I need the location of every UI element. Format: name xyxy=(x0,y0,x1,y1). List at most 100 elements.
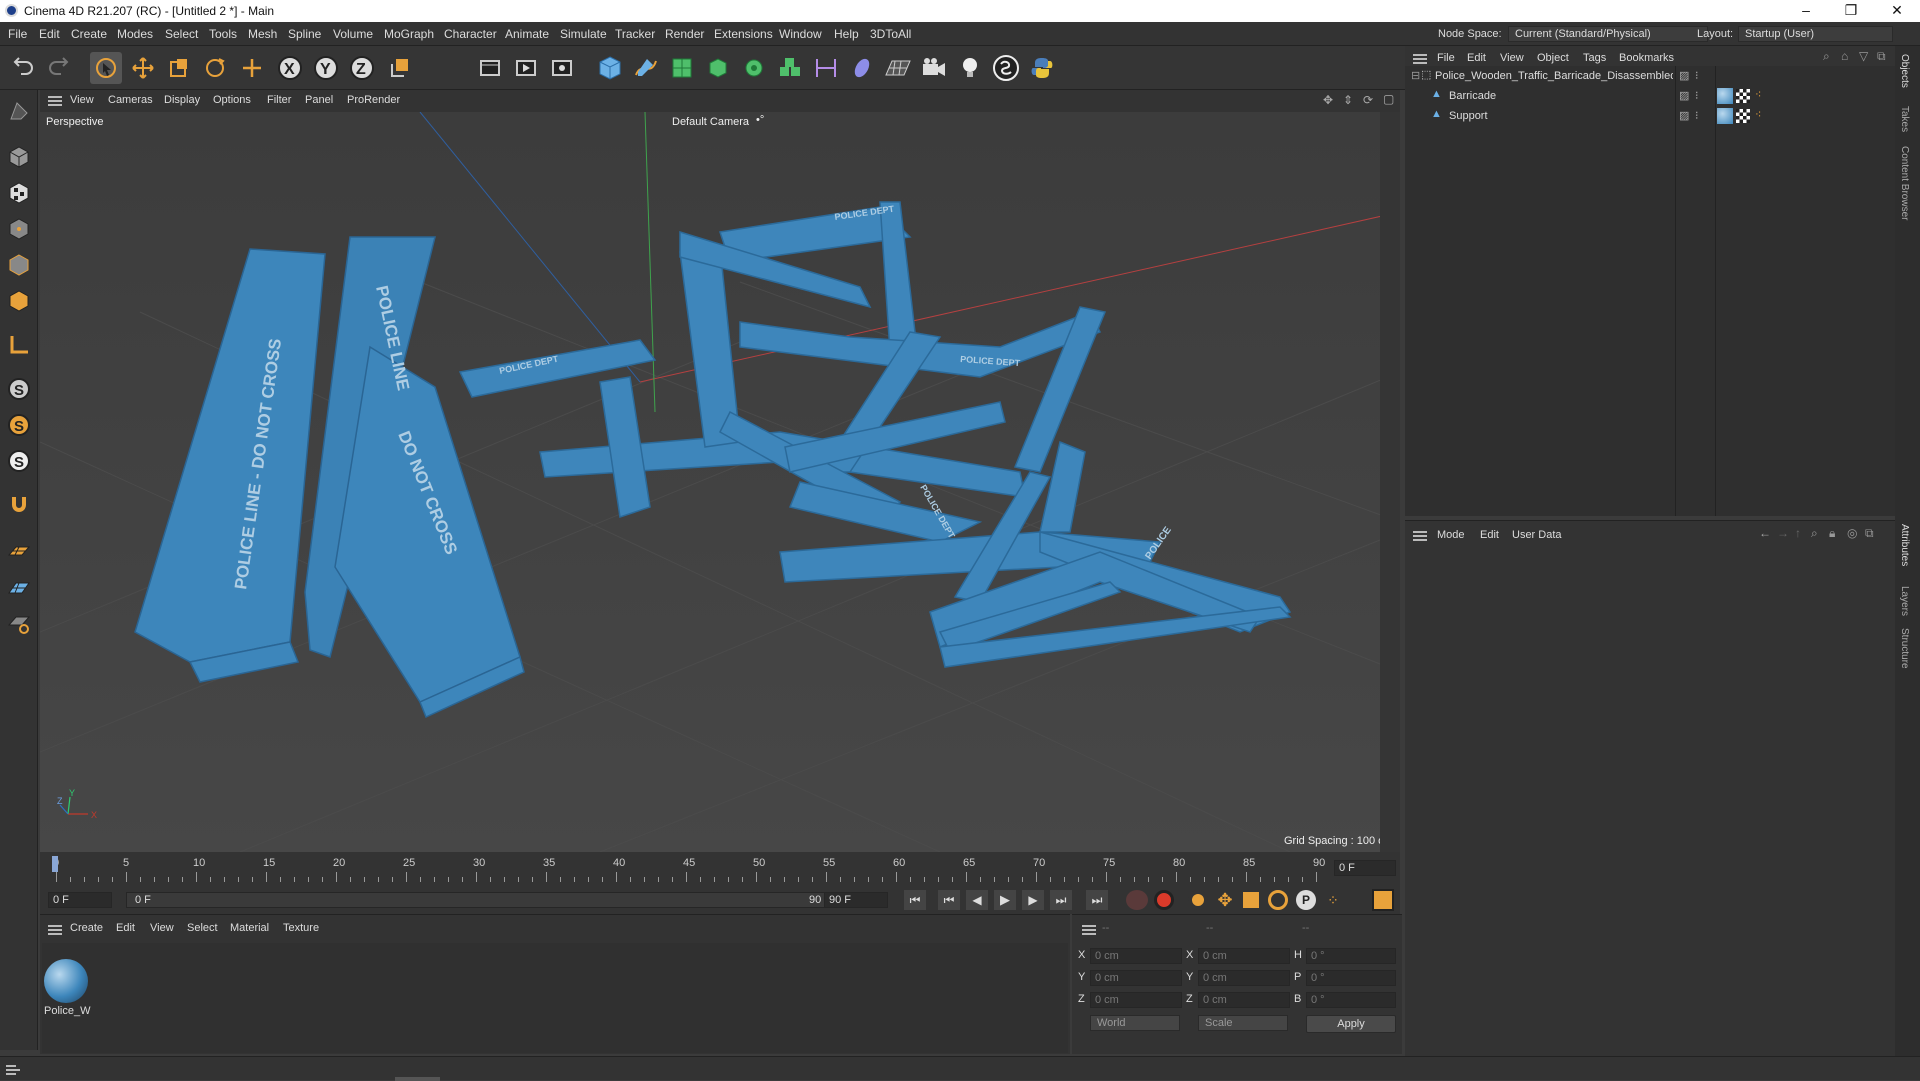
attr-up-icon[interactable]: ↑ xyxy=(1795,526,1801,540)
render-settings-icon[interactable] xyxy=(546,52,578,84)
tab-layers[interactable]: Layers xyxy=(1899,586,1910,616)
scale-icon[interactable] xyxy=(163,52,195,84)
menu-tools[interactable]: Tools xyxy=(209,27,237,41)
next-frame-icon[interactable]: ▶ xyxy=(1022,890,1044,910)
rotate-key-icon[interactable] xyxy=(1268,890,1288,910)
mat-menu-edit[interactable]: Edit xyxy=(116,922,135,934)
vp-menu-display[interactable]: Display xyxy=(164,94,200,106)
layout-dropdown[interactable]: Startup (User) xyxy=(1738,26,1893,42)
material-tag-icon[interactable] xyxy=(1717,88,1733,104)
texture-tag-icon[interactable] xyxy=(1736,89,1750,103)
size-z-field[interactable]: 0 cm xyxy=(1198,992,1290,1008)
magnet-icon[interactable] xyxy=(4,490,34,520)
scale-key-icon[interactable] xyxy=(1243,892,1259,908)
visibility-dots-icon[interactable]: ⁝ xyxy=(1695,69,1699,82)
viewport-maximize-icon[interactable]: ▢ xyxy=(1383,92,1394,106)
object-name-barricade[interactable]: Barricade xyxy=(1449,90,1496,102)
texture-mode-icon[interactable] xyxy=(4,178,34,208)
floor-icon[interactable] xyxy=(882,52,914,84)
menu-edit[interactable]: Edit xyxy=(39,27,60,41)
mat-menu-create[interactable]: Create xyxy=(70,922,103,934)
tab-objects[interactable]: Objects xyxy=(1899,54,1910,88)
menu-volume[interactable]: Volume xyxy=(333,27,373,41)
position-z-field[interactable]: 0 cm xyxy=(1090,992,1182,1008)
vp-menu-cameras[interactable]: Cameras xyxy=(108,94,153,106)
rotation-h-field[interactable]: 0 ° xyxy=(1306,948,1396,964)
menu-mograph[interactable]: MoGraph xyxy=(384,27,434,41)
position-x-field[interactable]: 0 cm xyxy=(1090,948,1182,964)
current-frame-field[interactable]: 0 F xyxy=(1334,860,1396,876)
menu-simulate[interactable]: Simulate xyxy=(560,27,607,41)
make-editable-icon[interactable] xyxy=(4,96,34,126)
array-icon[interactable] xyxy=(774,52,806,84)
move-key-icon[interactable]: ✥ xyxy=(1215,890,1235,910)
snap-icon-3[interactable]: S xyxy=(4,446,34,476)
camera-icon[interactable] xyxy=(918,52,950,84)
menu-animate[interactable]: Animate xyxy=(505,27,549,41)
mat-menu-select[interactable]: Select xyxy=(187,922,218,934)
record-icon[interactable] xyxy=(1154,890,1174,910)
attr-menu-user-data[interactable]: User Data xyxy=(1512,529,1562,541)
material-swatch[interactable] xyxy=(44,959,88,1003)
obj-menu-edit[interactable]: Edit xyxy=(1467,52,1486,64)
pen-icon[interactable] xyxy=(630,52,662,84)
menu-help[interactable]: Help xyxy=(834,27,859,41)
timeline-window-icon[interactable] xyxy=(1372,889,1394,911)
size-x-field[interactable]: 0 cm xyxy=(1198,948,1290,964)
status-hamburger-icon[interactable] xyxy=(6,1065,20,1075)
3d-viewport[interactable]: POLICE LINE - DO NOT CROSS POLICE LINE D… xyxy=(40,112,1400,852)
menu-mesh[interactable]: Mesh xyxy=(248,27,277,41)
locked-workplane-icon[interactable] xyxy=(4,608,34,638)
live-selection-icon[interactable] xyxy=(90,52,122,84)
python-icon[interactable] xyxy=(1026,52,1058,84)
object-row-support[interactable]: ▲ Support ▨ ⁝ ⁖ xyxy=(1405,106,1895,126)
undo-icon[interactable] xyxy=(8,52,40,84)
prev-key-icon[interactable]: ⏮ xyxy=(938,890,960,910)
polygons-mode-icon[interactable] xyxy=(4,286,34,316)
keyframe-icon[interactable] xyxy=(1188,890,1208,910)
param-key-icon[interactable]: P xyxy=(1296,890,1316,910)
rotate-icon[interactable] xyxy=(199,52,231,84)
phong-tag-icon[interactable]: ⁖ xyxy=(1755,108,1761,121)
attr-menu-mode[interactable]: Mode xyxy=(1437,529,1465,541)
obj-menu-object[interactable]: Object xyxy=(1537,52,1569,64)
menu-3dtoall[interactable]: 3DToAll xyxy=(870,27,911,41)
size-y-field[interactable]: 0 cm xyxy=(1198,970,1290,986)
redo-icon[interactable] xyxy=(42,52,74,84)
menu-spline[interactable]: Spline xyxy=(288,27,321,41)
mat-menu-texture[interactable]: Texture xyxy=(283,922,319,934)
coordinate-mode-dropdown[interactable]: Scale xyxy=(1198,1015,1288,1031)
mat-menu-material[interactable]: Material xyxy=(230,922,269,934)
snap-icon-1[interactable]: S xyxy=(4,374,34,404)
points-mode-icon[interactable] xyxy=(4,214,34,244)
menu-modes[interactable]: Modes xyxy=(117,27,153,41)
light-icon[interactable] xyxy=(954,52,986,84)
mat-menu-view[interactable]: View xyxy=(150,922,174,934)
layer-toggle-icon[interactable]: ▨ xyxy=(1679,89,1689,102)
vp-menu-panel[interactable]: Panel xyxy=(305,94,333,106)
next-key-icon[interactable]: ⏭ xyxy=(1050,890,1072,910)
material-tag-icon[interactable] xyxy=(1717,108,1733,124)
render-view-icon[interactable] xyxy=(510,52,542,84)
viewport-camera-label[interactable]: Default Camera xyxy=(672,116,749,128)
object-search-icon[interactable]: ⌕ xyxy=(1823,49,1830,64)
menu-render[interactable]: Render xyxy=(665,27,704,41)
visibility-dots-icon[interactable]: ⁝ xyxy=(1695,89,1699,102)
edges-mode-icon[interactable] xyxy=(4,250,34,280)
prev-frame-icon[interactable]: ◀ xyxy=(966,890,988,910)
coordinates-hamburger-icon[interactable] xyxy=(1082,925,1096,935)
menu-extensions[interactable]: Extensions xyxy=(714,27,773,41)
attr-search-icon[interactable]: ⌕ xyxy=(1811,526,1818,541)
subdivision-icon[interactable] xyxy=(666,52,698,84)
close-button[interactable]: ✕ xyxy=(1874,0,1920,22)
point-level-icon[interactable]: ⁘ xyxy=(1322,890,1344,910)
phong-tag-icon[interactable]: ⁖ xyxy=(1755,88,1761,101)
z-axis-icon[interactable]: Z xyxy=(346,52,378,84)
texture-tag-icon[interactable] xyxy=(1736,109,1750,123)
attribute-hamburger-icon[interactable] xyxy=(1413,531,1427,541)
timeline-ruler[interactable]: 051015202530354045505560657075808590 0 F xyxy=(40,852,1400,886)
camera-link-icon[interactable]: •° xyxy=(756,114,764,126)
attr-forward-icon[interactable]: → xyxy=(1777,526,1789,540)
material-name[interactable]: Police_W xyxy=(44,1005,90,1017)
object-home-icon[interactable]: ⌂ xyxy=(1841,49,1848,63)
